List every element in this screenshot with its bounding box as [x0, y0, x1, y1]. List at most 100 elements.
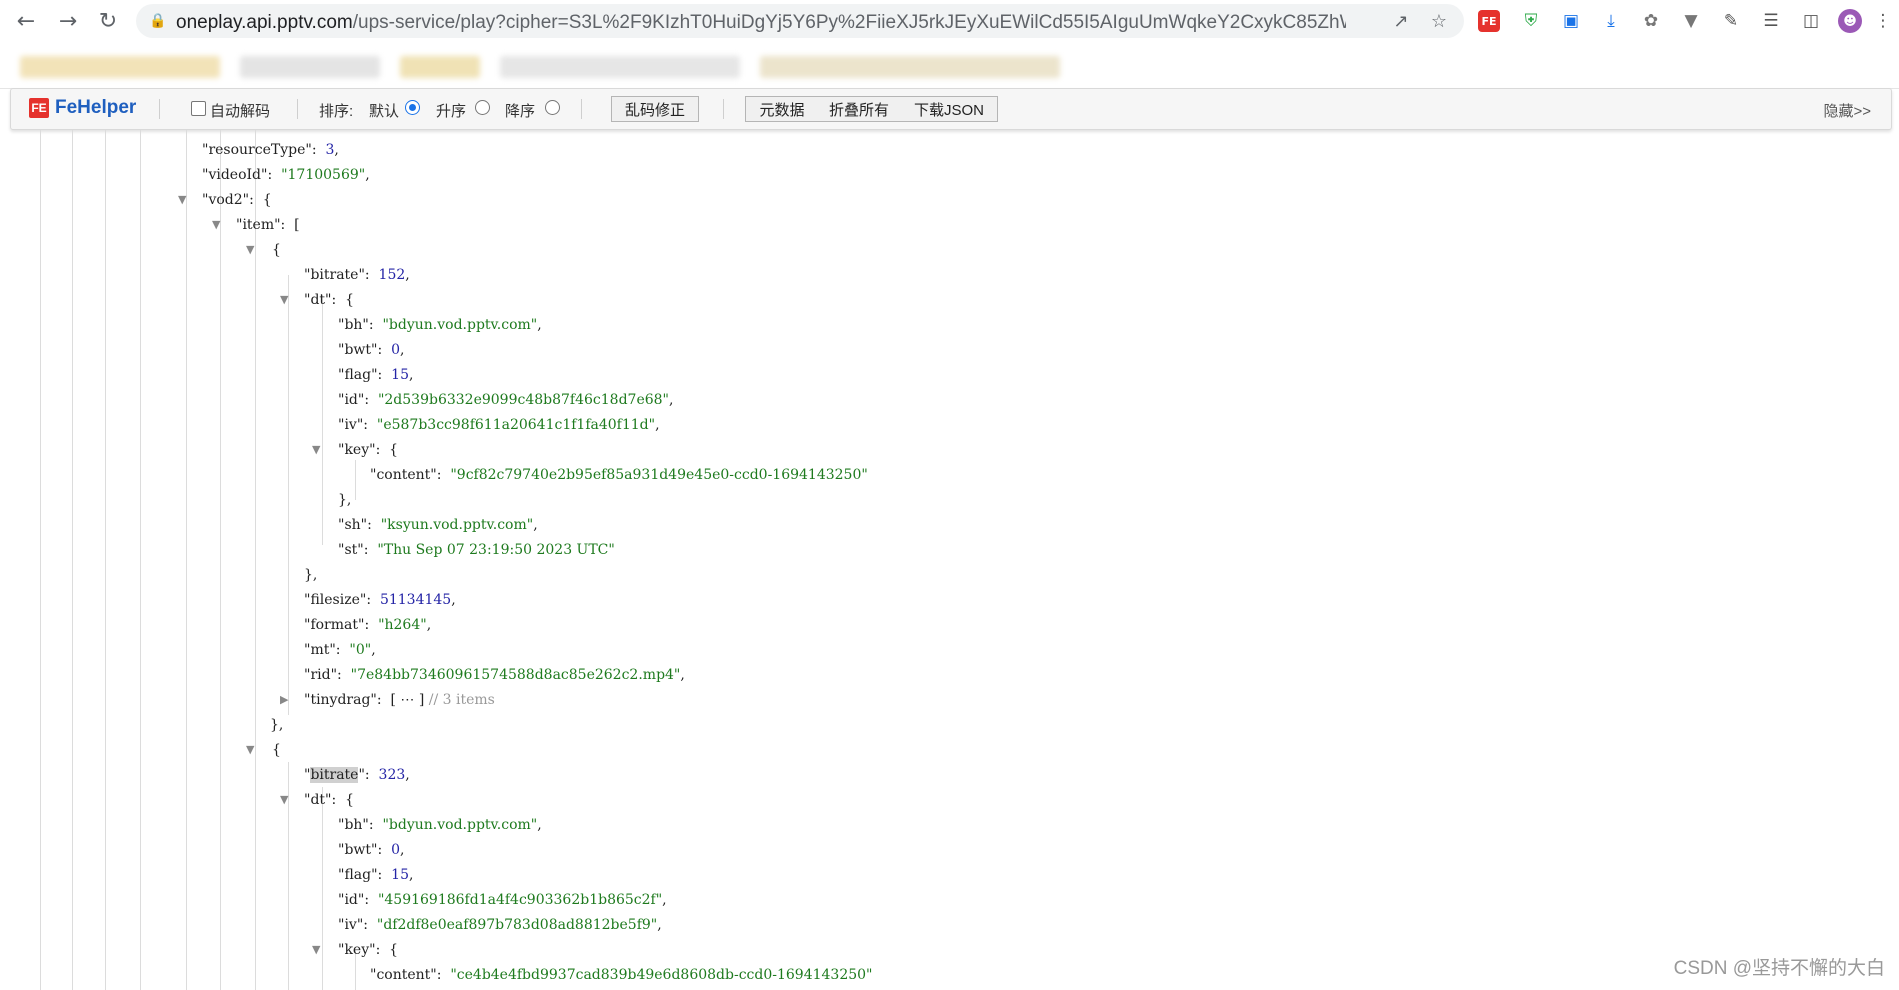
collapse-toggle-icon[interactable]: ▼ [280, 790, 288, 810]
json-key[interactable]: "dt" [304, 792, 331, 808]
json-key[interactable]: "id" [338, 892, 364, 908]
json-key[interactable]: "iv" [338, 917, 363, 933]
forward-icon[interactable]: → [52, 5, 84, 37]
json-number[interactable]: 15 [391, 867, 409, 883]
collapse-toggle-icon[interactable]: ▼ [246, 240, 254, 260]
json-key[interactable]: "item" [236, 217, 281, 233]
json-string[interactable]: "df2df8e0eaf897b783d08ad8812be5f9" [377, 917, 657, 933]
json-string[interactable]: "0" [349, 642, 371, 658]
collapse-toggle-icon[interactable]: ▼ [312, 940, 320, 960]
collapse-toggle-icon[interactable]: ▼ [178, 190, 186, 210]
shield-extension-icon[interactable]: ⛨ [1518, 8, 1544, 34]
bookmark-blurred[interactable] [400, 56, 480, 78]
json-key[interactable]: "tinydrag" [304, 692, 377, 708]
json-string[interactable]: "17100569" [281, 167, 365, 183]
json-string[interactable]: "h264" [378, 617, 427, 633]
bookmark-blurred[interactable] [20, 56, 220, 78]
json-key[interactable]: "vod2" [202, 192, 249, 208]
collapse-toggle-icon[interactable]: ▼ [280, 290, 288, 310]
json-string[interactable]: "9cf82c79740e2b95ef85a931d49e45e0-ccd0-1… [450, 467, 867, 483]
vue-devtools-icon[interactable]: ▼ [1678, 8, 1704, 34]
json-line: "resourceType": 3, [202, 142, 339, 158]
json-number[interactable]: 15 [391, 367, 409, 383]
sort-asc-label[interactable]: 升序 [436, 100, 466, 121]
json-key[interactable]: "bwt" [338, 842, 377, 858]
raw-data-button[interactable]: 元数据 [745, 96, 819, 122]
lock-icon[interactable]: 🔒 [148, 11, 168, 31]
sort-default-label[interactable]: 默认 [369, 100, 399, 121]
json-key[interactable]: "dt" [304, 292, 331, 308]
json-key[interactable]: "st" [338, 542, 364, 558]
bookmark-blurred[interactable] [500, 56, 740, 78]
puzzle-extensions-icon[interactable]: ✎ [1718, 8, 1744, 34]
json-key[interactable]: "key" [338, 442, 376, 458]
side-panel-icon[interactable]: ◫ [1798, 8, 1824, 34]
back-icon[interactable]: ← [10, 5, 42, 37]
reading-list-icon[interactable]: ☰ [1758, 8, 1784, 34]
json-string[interactable]: "459169186fd1a4f4c903362b1b865c2f" [378, 892, 662, 908]
bookmark-blurred[interactable] [760, 56, 1060, 78]
url-text[interactable]: oneplay.api.pptv.com/ups-service/play?ci… [176, 12, 1346, 34]
collapse-toggle-icon[interactable]: ▼ [312, 440, 320, 460]
avatar[interactable]: ☻ [1838, 9, 1862, 33]
json-key[interactable]: "bwt" [338, 342, 377, 358]
hide-toolbar-link[interactable]: 隐藏>> [1823, 100, 1871, 121]
fix-encoding-button[interactable]: 乱码修正 [611, 96, 699, 122]
download-icon[interactable]: ⤓ [1598, 8, 1624, 34]
json-number[interactable]: 0 [391, 342, 400, 358]
sort-default-radio[interactable] [405, 100, 420, 115]
bookmark-star-icon[interactable]: ☆ [1426, 8, 1452, 34]
json-key[interactable]: "rid" [304, 667, 337, 683]
json-string[interactable]: "Thu Sep 07 23:19:50 2023 UTC" [377, 542, 615, 558]
json-string[interactable]: "7e84bb73460961574588d8ac85e262c2.mp4" [351, 667, 681, 683]
json-key[interactable]: "id" [338, 392, 364, 408]
json-string[interactable]: "e587b3cc98f611a20641c1f1fa40f11d" [377, 417, 655, 433]
extension-icon[interactable]: ✿ [1638, 8, 1664, 34]
json-line: "id": "2d539b6332e9099c48b87f46c18d7e68"… [338, 392, 674, 408]
json-key[interactable]: "filesize" [304, 592, 366, 608]
json-key[interactable]: "sh" [338, 517, 367, 533]
json-key[interactable]: "flag" [338, 367, 378, 383]
sort-desc-label[interactable]: 降序 [505, 100, 535, 121]
json-number[interactable]: 152 [379, 267, 406, 283]
json-key[interactable]: "videoId" [202, 167, 267, 183]
collapse-toggle-icon[interactable]: ▼ [212, 215, 220, 235]
json-key[interactable]: "content" [370, 967, 437, 983]
json-key[interactable]: "resourceType" [202, 142, 312, 158]
json-number[interactable]: 0 [391, 842, 400, 858]
sort-desc-radio[interactable] [545, 100, 560, 115]
json-key[interactable]: "content" [370, 467, 437, 483]
fehelper-extension-icon[interactable]: FE [1478, 10, 1500, 32]
menu-icon[interactable]: ⋮ [1870, 8, 1896, 34]
reload-icon[interactable]: ↻ [92, 5, 124, 37]
json-string[interactable]: "bdyun.vod.pptv.com" [382, 817, 537, 833]
expand-toggle-icon[interactable]: ▶ [280, 690, 288, 710]
json-key[interactable]: "mt" [304, 642, 336, 658]
translate-extension-icon[interactable]: ▣ [1558, 8, 1584, 34]
auto-decode-checkbox[interactable] [191, 101, 206, 116]
json-key[interactable]: "iv" [338, 417, 363, 433]
json-string[interactable]: "ce4b4e4fbd9937cad839b49e6d8608db-ccd0-1… [450, 967, 872, 983]
json-string[interactable]: "ksyun.vod.pptv.com" [381, 517, 533, 533]
sort-asc-radio[interactable] [475, 100, 490, 115]
bookmark-blurred[interactable] [240, 56, 380, 78]
json-key[interactable]: "bh" [338, 317, 369, 333]
json-number[interactable]: 323 [379, 767, 406, 783]
json-number[interactable]: 51134145 [380, 592, 451, 608]
ellipsis-icon[interactable]: ⋯ [400, 692, 414, 708]
json-string[interactable]: "bdyun.vod.pptv.com" [382, 317, 537, 333]
json-key[interactable]: "bitrate" [304, 267, 365, 283]
json-key[interactable]: "bitrate" [304, 767, 365, 783]
collapse-all-button[interactable]: 折叠所有 [817, 96, 902, 122]
share-icon[interactable]: ↗ [1388, 8, 1414, 34]
json-key[interactable]: "flag" [338, 867, 378, 883]
download-json-button[interactable]: 下载JSON [901, 96, 998, 122]
json-key[interactable]: "bh" [338, 817, 369, 833]
collapse-toggle-icon[interactable]: ▼ [246, 740, 254, 760]
auto-decode-label[interactable]: 自动解码 [210, 100, 270, 121]
json-key[interactable]: "key" [338, 942, 376, 958]
json-key[interactable]: "format" [304, 617, 364, 633]
json-string[interactable]: "2d539b6332e9099c48b87f46c18d7e68" [378, 392, 669, 408]
address-bar[interactable]: 🔒 oneplay.api.pptv.com/ups-service/play?… [136, 4, 1464, 38]
json-line: }, [304, 567, 318, 583]
